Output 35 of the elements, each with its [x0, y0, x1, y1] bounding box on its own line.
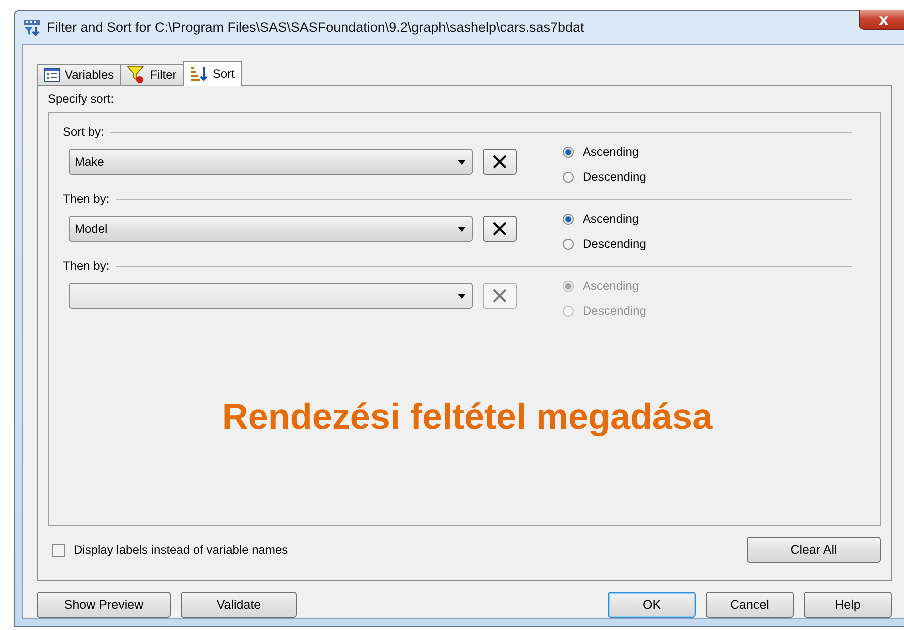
- variable-dropdown[interactable]: Make: [69, 149, 473, 175]
- remove-button[interactable]: [483, 216, 517, 242]
- close-button[interactable]: x: [859, 10, 904, 30]
- tab[interactable]: Filter: [120, 64, 184, 85]
- field-label: Sort by:: [63, 125, 104, 139]
- clear-all-button[interactable]: Clear All: [747, 537, 881, 563]
- close-icon: [492, 288, 508, 304]
- show-preview-button[interactable]: Show Preview: [37, 592, 171, 618]
- order-radio[interactable]: Descending: [563, 169, 646, 185]
- sort-icon: [190, 66, 208, 82]
- display-labels-checkbox[interactable]: Display labels instead of variable names: [52, 543, 288, 557]
- caret-icon: [458, 160, 466, 164]
- dialog-button[interactable]: Cancel: [706, 592, 794, 618]
- overlay-caption: Rendezési feltétel megadása: [222, 396, 713, 438]
- funnel-icon: [127, 66, 146, 84]
- variable-dropdown[interactable]: Model: [69, 216, 473, 242]
- close-icon: [492, 221, 508, 237]
- tab[interactable]: Variables: [37, 64, 122, 85]
- validate-button[interactable]: Validate: [181, 592, 297, 618]
- window-title: Filter and Sort for C:\Program Files\SAS\SASFoundation\9.2\graph\sashelp\cars.sas7bdat: [47, 20, 586, 35]
- order-radio[interactable]: Descending: [563, 236, 646, 252]
- sort-filter-icon: [23, 19, 41, 37]
- remove-button[interactable]: [483, 149, 517, 175]
- close-icon: [492, 154, 508, 170]
- section-label: Specify sort:: [48, 92, 116, 108]
- field-label: Then by:: [63, 192, 110, 206]
- order-radio[interactable]: Ascending: [563, 211, 646, 227]
- list-icon: [44, 68, 60, 82]
- field-label: Then by:: [63, 259, 110, 273]
- tab[interactable]: Sort: [182, 61, 242, 86]
- dialog-button[interactable]: Help: [804, 592, 892, 618]
- order-radio[interactable]: Ascending: [563, 144, 646, 160]
- caret-icon: [458, 226, 466, 232]
- caret-icon: [458, 294, 466, 298]
- dialog-button[interactable]: OK: [608, 592, 696, 618]
